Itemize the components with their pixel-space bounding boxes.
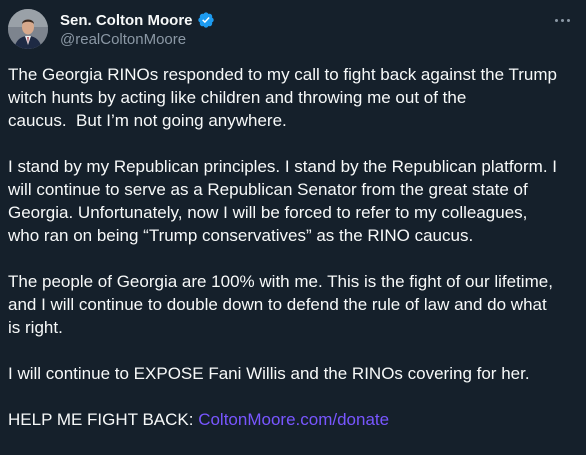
post-cta: HELP ME FIGHT BACK: ColtonMoore.com/dona… (8, 408, 578, 431)
avatar-image (8, 9, 48, 49)
post-paragraph-4: I will continue to EXPOSE Fani Willis an… (8, 364, 530, 383)
post-paragraph-1: The Georgia RINOs responded to my call t… (8, 65, 557, 130)
post-card: Sen. Colton Moore @realColtonMoore The G… (0, 0, 586, 455)
author-display-name[interactable]: Sen. Colton Moore (60, 12, 193, 29)
donate-link[interactable]: ColtonMoore.com/donate (198, 410, 389, 429)
author-handle[interactable]: @realColtonMoore (60, 31, 186, 48)
post-text: The Georgia RINOs responded to my call t… (8, 63, 578, 431)
post-paragraph-2: I stand by my Republican principles. I s… (8, 157, 558, 245)
post-paragraph-3: The people of Georgia are 100% with me. … (8, 272, 553, 337)
cta-text: HELP ME FIGHT BACK: (8, 410, 199, 429)
more-options-icon[interactable] (552, 14, 572, 26)
verified-badge-icon (197, 11, 215, 29)
author-name-row: Sen. Colton Moore (60, 10, 215, 30)
avatar[interactable] (8, 9, 48, 49)
